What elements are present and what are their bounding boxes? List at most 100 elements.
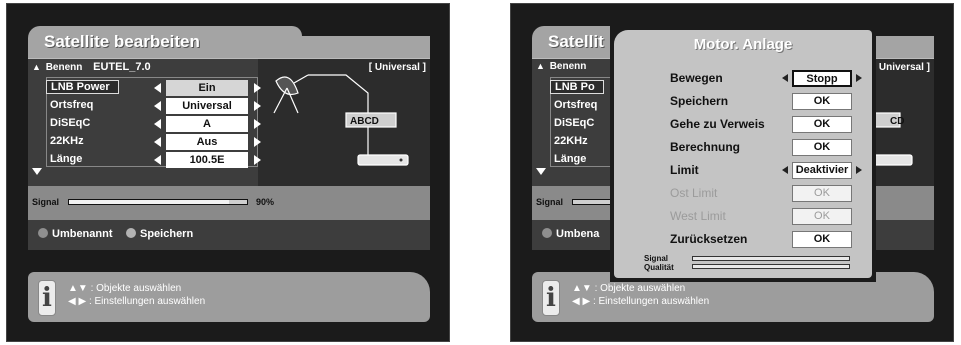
setting-label: Ortsfreq xyxy=(554,99,598,111)
scroll-up-icon[interactable]: ▲ xyxy=(32,62,41,72)
motor-row-label: Ost Limit xyxy=(670,186,718,200)
motor-row-label: Bewegen xyxy=(670,71,723,85)
arrow-right-icon[interactable] xyxy=(254,155,261,165)
setting-row-diseqc[interactable]: DiSEqC A xyxy=(46,116,266,133)
setting-label: 22KHz xyxy=(50,135,84,147)
switch-ports-label: CD xyxy=(890,116,904,127)
left-right-keys-icon: ◀ ▶ xyxy=(68,296,87,307)
motor-row-label: Gehe zu Verweis xyxy=(670,117,765,131)
setting-value[interactable]: 100.5E xyxy=(166,152,248,168)
setting-row-laenge[interactable]: Länge 100.5E xyxy=(46,152,266,169)
setting-value[interactable]: Universal xyxy=(166,98,248,114)
signal-label: Signal xyxy=(644,254,669,263)
help-line-2: ◀ ▶ : Einstellungen auswählen xyxy=(572,296,709,307)
setting-row-22khz[interactable]: 22KHz Aus xyxy=(46,134,266,151)
motor-row-value[interactable]: Deaktivier xyxy=(792,162,852,179)
scroll-down-icon xyxy=(536,168,546,175)
setting-label: Länge xyxy=(554,153,587,165)
motor-row-speichern[interactable]: Speichern OK xyxy=(622,93,866,110)
setting-label: LNB Po xyxy=(550,80,604,94)
signal-quality-labels: Signal Qualität xyxy=(644,254,674,272)
ok-button[interactable]: OK xyxy=(792,93,852,110)
up-down-keys-icon: ▲▼ xyxy=(68,283,88,294)
ok-button-disabled: OK xyxy=(792,208,852,225)
arrow-left-icon[interactable] xyxy=(154,137,161,147)
satellite-edit-window: Satellite bearbeiten [ Universal ] ABCD … xyxy=(28,26,430,322)
signal-bar xyxy=(68,199,248,205)
signal-bar xyxy=(572,199,612,205)
arrow-right-icon[interactable] xyxy=(254,119,261,129)
setting-label: LNB Power xyxy=(46,80,119,94)
setting-label: Ortsfreq xyxy=(50,99,94,111)
screen-motor-setup: Satellit [ Universal ] CD ▲ Benenn LNB P… xyxy=(510,3,954,342)
setting-label: Länge xyxy=(50,153,83,165)
motor-setup-dialog: Motor. Anlage Bewegen Stopp Speichern OK… xyxy=(614,30,872,278)
arrow-right-icon[interactable] xyxy=(856,74,862,82)
name-row: ▲ Benenn xyxy=(536,61,586,72)
ok-button-disabled: OK xyxy=(792,185,852,202)
arrow-left-icon[interactable] xyxy=(154,119,161,129)
motor-row-gehe-zu-verweis[interactable]: Gehe zu Verweis OK xyxy=(622,116,866,133)
setting-row-ortsfreq[interactable]: Ortsfreq Universal xyxy=(46,98,266,115)
antenna-diagram-icon: ABCD xyxy=(273,74,409,166)
quality-label: Qualität xyxy=(644,263,674,272)
motor-row-label: Zurücksetzen xyxy=(670,232,748,246)
help-text: : Einstellungen auswählen xyxy=(88,296,206,307)
setting-label: DiSEqC xyxy=(554,117,595,129)
ok-button[interactable]: OK xyxy=(792,139,852,156)
setting-row-lnb-power[interactable]: LNB Power Ein xyxy=(46,80,266,97)
setting-label: DiSEqC xyxy=(50,117,91,129)
arrow-right-icon[interactable] xyxy=(254,83,261,93)
page-title: Satellit xyxy=(548,32,604,51)
signal-bar-fill xyxy=(69,200,230,204)
setting-label: 22KHz xyxy=(554,135,588,147)
motor-row-bewegen[interactable]: Bewegen Stopp xyxy=(622,70,866,87)
screen-satellite-edit: Satellite bearbeiten [ Universal ] ABCD … xyxy=(6,3,450,342)
arrow-right-icon[interactable] xyxy=(254,137,261,147)
arrow-left-icon[interactable] xyxy=(154,101,161,111)
signal-bar xyxy=(692,256,850,261)
signal-label: Signal xyxy=(32,197,60,207)
light-dot-icon xyxy=(126,228,136,238)
info-icon: i xyxy=(542,280,560,316)
motor-row-zuruecksetzen[interactable]: Zurücksetzen OK xyxy=(622,231,866,248)
rename-button: Umbena xyxy=(542,228,599,240)
rename-button-label: Umbena xyxy=(556,228,600,240)
title-tab-decoration xyxy=(278,26,430,36)
setting-value[interactable]: Ein xyxy=(166,80,248,96)
signal-label: Signal xyxy=(536,197,564,207)
settings-panel: [ Universal ] ABCD ▲ Benenn EUTEL_7.0 LN… xyxy=(28,58,430,187)
motor-row-limit[interactable]: Limit Deaktivier xyxy=(622,162,866,179)
dialog-title: Motor. Anlage xyxy=(693,36,793,53)
arrow-right-icon[interactable] xyxy=(856,166,862,174)
motor-row-value[interactable]: Stopp xyxy=(792,70,852,87)
name-label: Benenn xyxy=(45,62,83,73)
setting-value[interactable]: Aus xyxy=(166,134,248,150)
motor-row-label: Limit xyxy=(670,163,699,177)
save-button[interactable]: Speichern xyxy=(126,228,193,240)
arrow-left-icon[interactable] xyxy=(782,74,788,82)
up-down-keys-icon: ▲▼ xyxy=(572,283,592,294)
ok-button[interactable]: OK xyxy=(792,231,852,248)
name-row[interactable]: ▲ Benenn EUTEL_7.0 xyxy=(32,61,151,73)
name-label: Benenn xyxy=(549,61,587,72)
switch-ports-label: ABCD xyxy=(350,116,379,127)
info-icon: i xyxy=(38,280,56,316)
ok-button[interactable]: OK xyxy=(792,116,852,133)
arrow-left-icon[interactable] xyxy=(154,155,161,165)
button-bar: Umbenannt Speichern xyxy=(28,220,430,250)
help-line-2: ◀ ▶ : Einstellungen auswählen xyxy=(68,296,205,307)
rename-button[interactable]: Umbenannt xyxy=(38,228,113,240)
help-text: : Objekte auswählen xyxy=(594,283,686,294)
scroll-down-icon[interactable] xyxy=(32,168,42,175)
arrow-right-icon[interactable] xyxy=(254,101,261,111)
setting-value[interactable]: A xyxy=(166,116,248,132)
rename-button-label: Umbenannt xyxy=(52,228,113,240)
motor-row-berechnung[interactable]: Berechnung OK xyxy=(622,139,866,156)
help-line-1: ▲▼ : Objekte auswählen xyxy=(572,283,685,294)
help-text: : Objekte auswählen xyxy=(90,283,182,294)
motor-row-ost-limit: Ost Limit OK xyxy=(622,185,866,202)
help-text: : Einstellungen auswählen xyxy=(592,296,710,307)
arrow-left-icon[interactable] xyxy=(154,83,161,93)
arrow-left-icon[interactable] xyxy=(782,166,788,174)
